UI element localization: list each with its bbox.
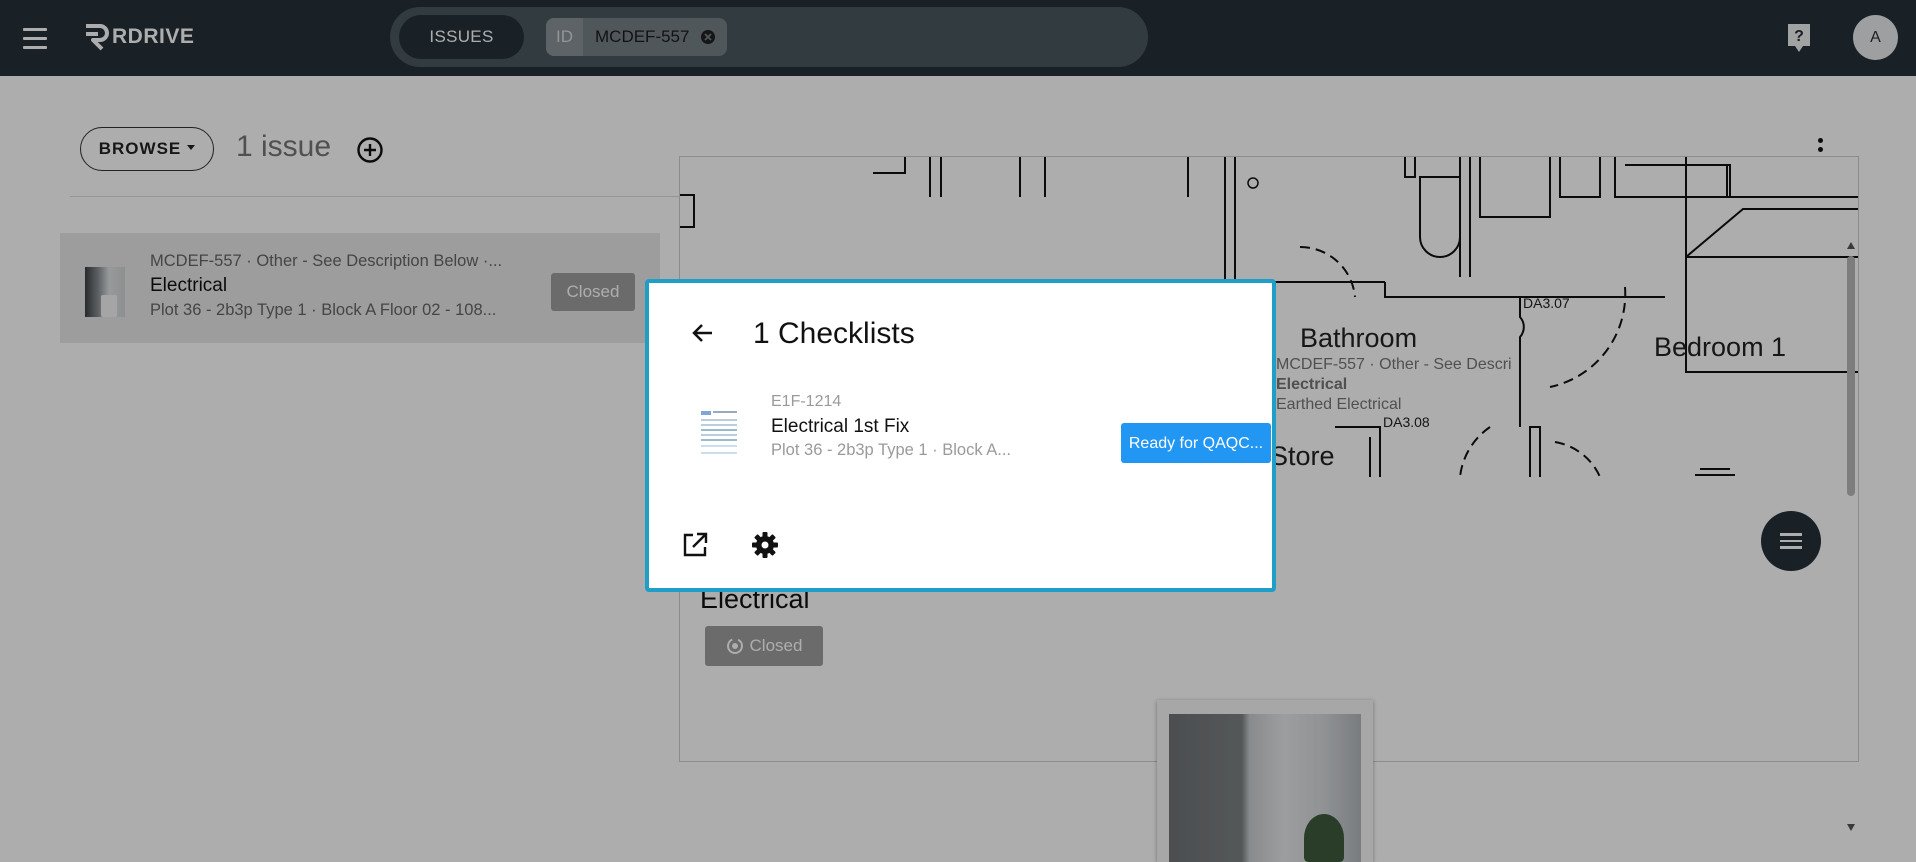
checklist-item[interactable]: E1F-1214 Electrical 1st Fix Plot 36 - 2b…	[683, 387, 1271, 479]
back-arrow-icon[interactable]	[690, 320, 716, 346]
checklist-thumbnail	[699, 407, 739, 459]
checklist-status-button[interactable]: Ready for QAQC...	[1121, 423, 1271, 463]
open-in-new-icon[interactable]	[681, 531, 709, 559]
gear-icon[interactable]	[749, 529, 781, 561]
checklist-location: Plot 36 - 2b3p Type 1 · Block A...	[771, 441, 1011, 459]
checklists-dialog: 1 Checklists E1F-1214 Electrical 1st Fix…	[645, 279, 1276, 592]
checklists-dialog-body: 1 Checklists E1F-1214 Electrical 1st Fix…	[653, 287, 1271, 584]
dialog-title: 1 Checklists	[753, 317, 915, 350]
checklist-title: Electrical 1st Fix	[771, 416, 910, 437]
checklist-code: E1F-1214	[771, 393, 842, 410]
